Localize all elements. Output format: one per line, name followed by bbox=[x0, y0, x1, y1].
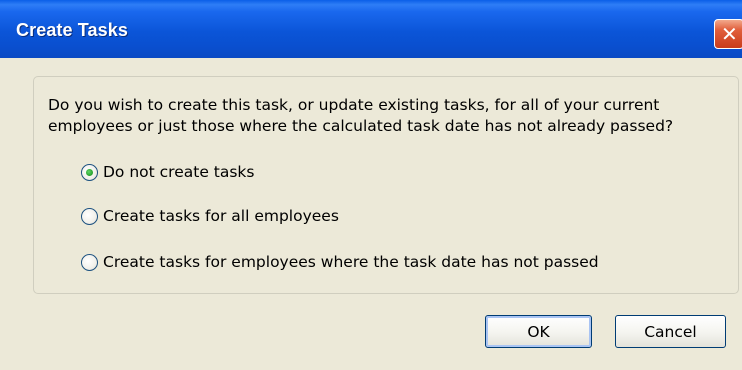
radio-create-all[interactable]: Create tasks for all employees bbox=[81, 205, 339, 227]
radio-selected-icon[interactable] bbox=[81, 163, 98, 181]
radio-unselected-icon[interactable] bbox=[81, 207, 98, 225]
cancel-button[interactable]: Cancel bbox=[615, 315, 726, 348]
radio-unselected-icon[interactable] bbox=[81, 253, 98, 271]
window-title: Create Tasks bbox=[16, 20, 128, 40]
question-text: Do you wish to create this task, or upda… bbox=[48, 95, 688, 137]
close-button[interactable]: ✕ bbox=[714, 19, 742, 49]
radio-create-not-passed[interactable]: Create tasks for employees where the tas… bbox=[81, 251, 599, 273]
title-bar[interactable]: Create Tasks ✕ bbox=[0, 0, 742, 58]
radio-label-do-not-create[interactable]: Do not create tasks bbox=[103, 163, 255, 181]
radio-do-not-create[interactable]: Do not create tasks bbox=[81, 161, 255, 183]
ok-button[interactable]: OK bbox=[485, 315, 592, 348]
close-icon: ✕ bbox=[721, 22, 738, 46]
radio-label-create-all[interactable]: Create tasks for all employees bbox=[103, 207, 339, 225]
question-line-2: employees or just those where the calcul… bbox=[48, 117, 674, 135]
create-tasks-dialog: Create Tasks ✕ Do you wish to create thi… bbox=[0, 0, 742, 370]
radio-label-create-not-passed[interactable]: Create tasks for employees where the tas… bbox=[103, 253, 599, 271]
question-line-1: Do you wish to create this task, or upda… bbox=[48, 96, 660, 114]
